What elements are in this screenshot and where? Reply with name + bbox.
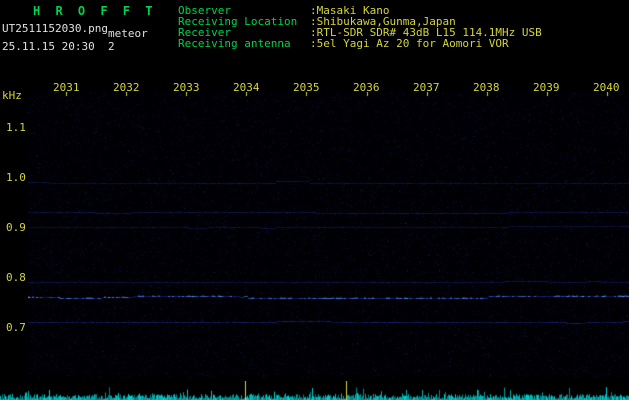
antenna-label: Receiving antenna xyxy=(178,37,291,50)
freq-tick-label: 0.8 xyxy=(6,271,26,284)
app-title: H R O F F T xyxy=(33,4,157,18)
freq-tick-label: 1.0 xyxy=(6,171,26,184)
output-filename: UT2511152030.png xyxy=(2,22,108,35)
spectrogram-canvas xyxy=(28,92,629,378)
mode-label: meteor xyxy=(108,27,148,40)
freq-tick-label: 0.9 xyxy=(6,221,26,234)
datetime-label: 25.11.15 20:30 2 xyxy=(2,40,115,53)
freq-unit-label: kHz xyxy=(2,89,22,102)
freq-tick-label: 1.1 xyxy=(6,121,26,134)
hrofft-window: H R O F F T UT2511152030.png meteor 25.1… xyxy=(0,0,629,400)
signal-strip-canvas xyxy=(0,381,629,400)
freq-tick-label: 0.7 xyxy=(6,321,26,334)
antenna-value: :5el Yagi Az 20 for Aomori VOR xyxy=(310,37,509,50)
